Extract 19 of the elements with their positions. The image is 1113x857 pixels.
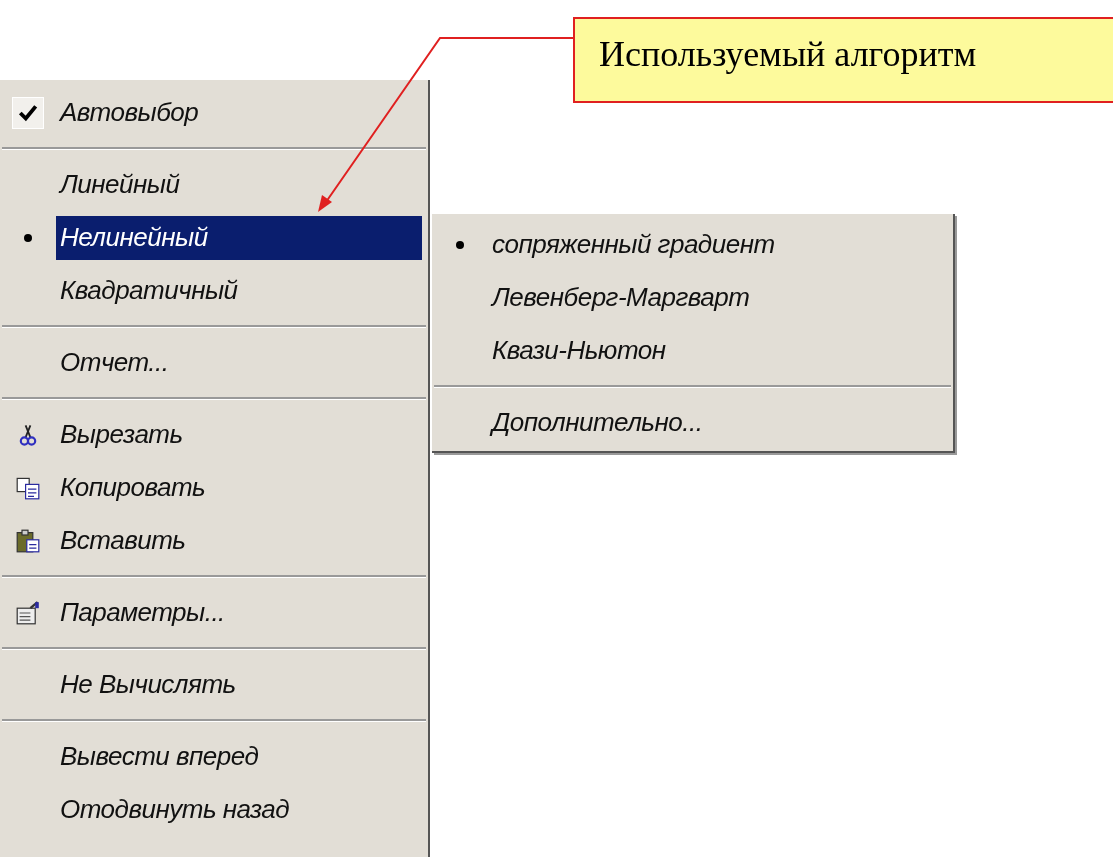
menu-item[interactable]: Вставить (0, 514, 428, 567)
menu-item[interactable]: Копировать (0, 461, 428, 514)
menu-item[interactable]: Линейный (0, 158, 428, 211)
menu-item[interactable]: Вырезать (0, 408, 428, 461)
menu-item[interactable]: Квадратичный (0, 264, 428, 317)
copy-icon (16, 475, 40, 500)
menu-item[interactable]: Левенберг-Маргварт (432, 271, 953, 324)
menu-item[interactable]: сопряженный градиент (432, 218, 953, 271)
properties-icon (16, 600, 40, 625)
menu-item[interactable]: Вывести вперед (0, 730, 428, 783)
menu-item[interactable]: Параметры... (0, 586, 428, 639)
menu-item[interactable]: Дополнительно... (432, 396, 953, 449)
menu-item[interactable]: Не Вычислять (0, 658, 428, 711)
callout-note: Используемый алгоритм (573, 17, 1113, 103)
menu-item[interactable]: Отчет... (0, 336, 428, 389)
clipboard-icon (16, 528, 40, 553)
menu-item[interactable]: Отодвинуть назад (0, 783, 428, 836)
menu-item[interactable]: Квази-Ньютон (432, 324, 953, 377)
menu-item[interactable]: Автовыбор (0, 86, 428, 139)
